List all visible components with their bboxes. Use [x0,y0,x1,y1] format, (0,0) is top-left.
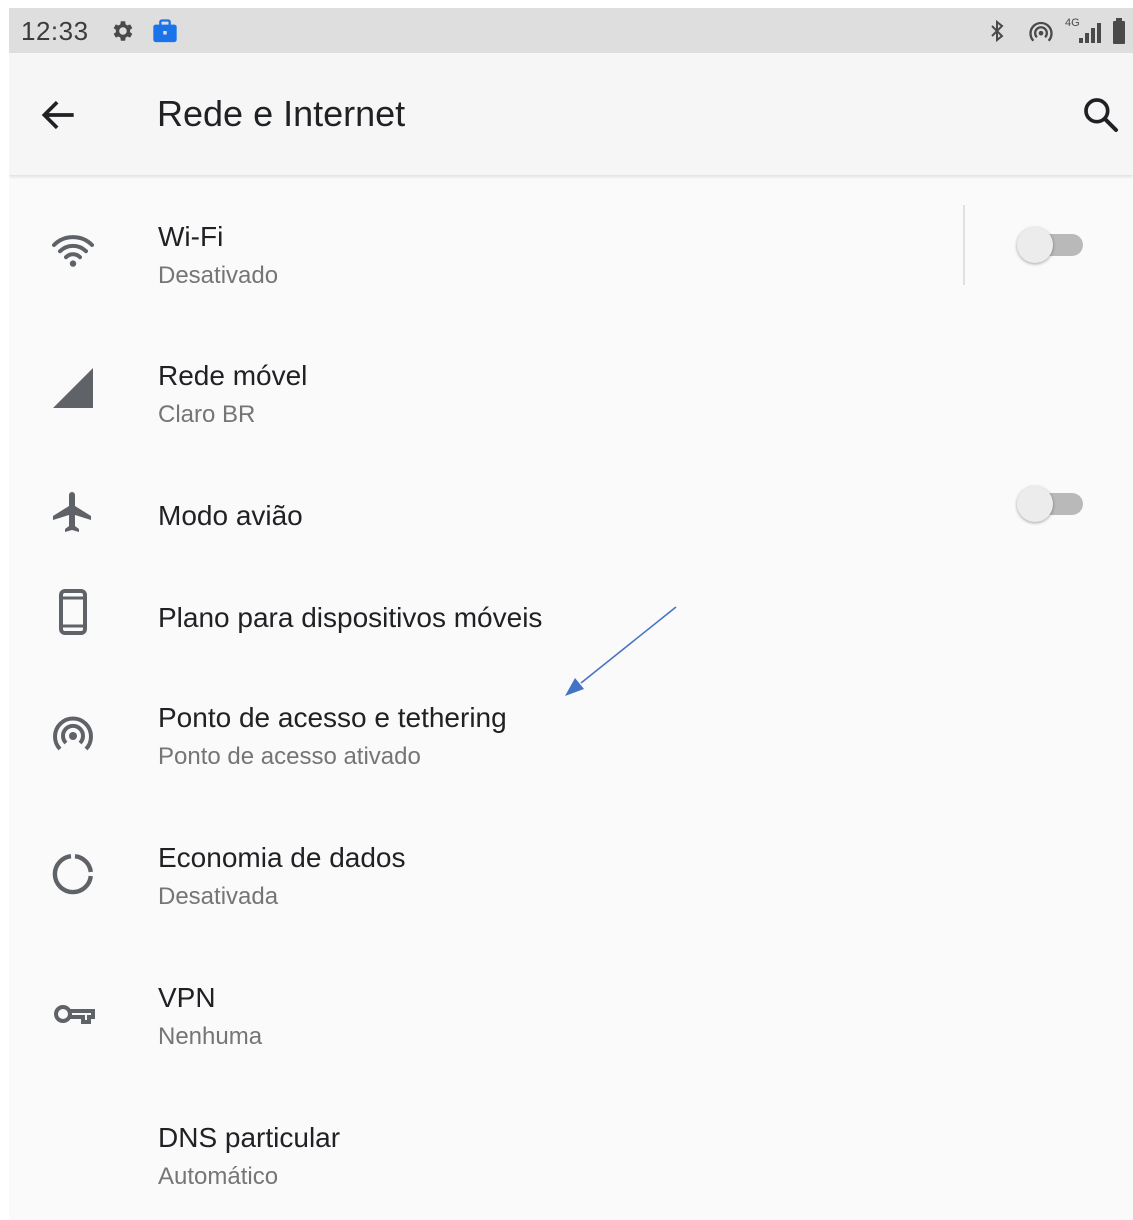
setting-mobile-network[interactable]: Rede móvel Claro BR [9,328,1133,448]
cell-signal-icon [53,368,93,408]
vpn-key-icon [54,1005,95,1024]
setting-dns-title: DNS particular [158,1122,341,1153]
setting-hotspot-tethering[interactable]: Ponto de acesso e tethering Ponto de ace… [9,668,1133,798]
setting-mobile-plan[interactable]: Plano para dispositivos móveis [9,578,1133,668]
setting-hotspot-subtitle: Ponto de acesso ativado [158,743,421,770]
setting-vpn-title: VPN [158,982,216,1013]
wifi-toggle[interactable] [1017,224,1085,264]
setting-airplane-mode[interactable]: Modo avião [9,478,1133,568]
app-bar: Rede e Internet [9,53,1133,175]
setting-plan-title: Plano para dispositivos móveis [158,602,543,633]
airplane-icon [53,492,91,532]
arrow-back-icon[interactable] [37,93,81,137]
setting-dns-subtitle: Automático [158,1163,279,1190]
setting-mobile-subtitle: Claro BR [158,401,256,428]
setting-hotspot-title: Ponto de acesso e tethering [158,702,507,733]
settings-gear-icon [113,21,133,41]
setting-wifi-subtitle: Desativado [158,262,279,289]
wifi-toggle-divider [963,205,965,285]
work-briefcase-icon [153,19,177,43]
setting-airplane-title: Modo avião [158,500,303,531]
setting-vpn[interactable]: VPN Nenhuma [9,958,1133,1078]
setting-private-dns[interactable]: DNS particular Automático [9,1098,1133,1218]
search-icon[interactable] [1081,95,1121,135]
data-saver-icon [52,854,93,895]
airplane-toggle[interactable] [1017,483,1085,523]
hotspot-icon [1029,21,1053,42]
wifi-icon [52,235,94,267]
battery-icon [1113,18,1125,44]
status-bar: 12:33 4G [9,8,1133,53]
wifi-toggle-thumb [1017,227,1053,263]
setting-datasaver-title: Economia de dados [158,842,406,873]
setting-data-saver[interactable]: Economia de dados Desativada [9,818,1133,938]
setting-mobile-title: Rede móvel [158,360,308,391]
smartphone-icon [59,589,87,635]
airplane-toggle-thumb [1017,486,1053,522]
hotspot-icon [53,716,93,751]
4g-signal-icon [1079,23,1101,43]
status-time: 12:33 [21,16,89,46]
page-title: Rede e Internet [157,93,406,134]
setting-wifi-title: Wi-Fi [158,221,224,252]
setting-datasaver-subtitle: Desativada [158,883,279,910]
setting-vpn-subtitle: Nenhuma [158,1023,263,1050]
bluetooth-icon [991,19,1004,43]
device-screen: 12:33 4G Rede e Internet Wi-Fi Desativad… [9,8,1133,1220]
